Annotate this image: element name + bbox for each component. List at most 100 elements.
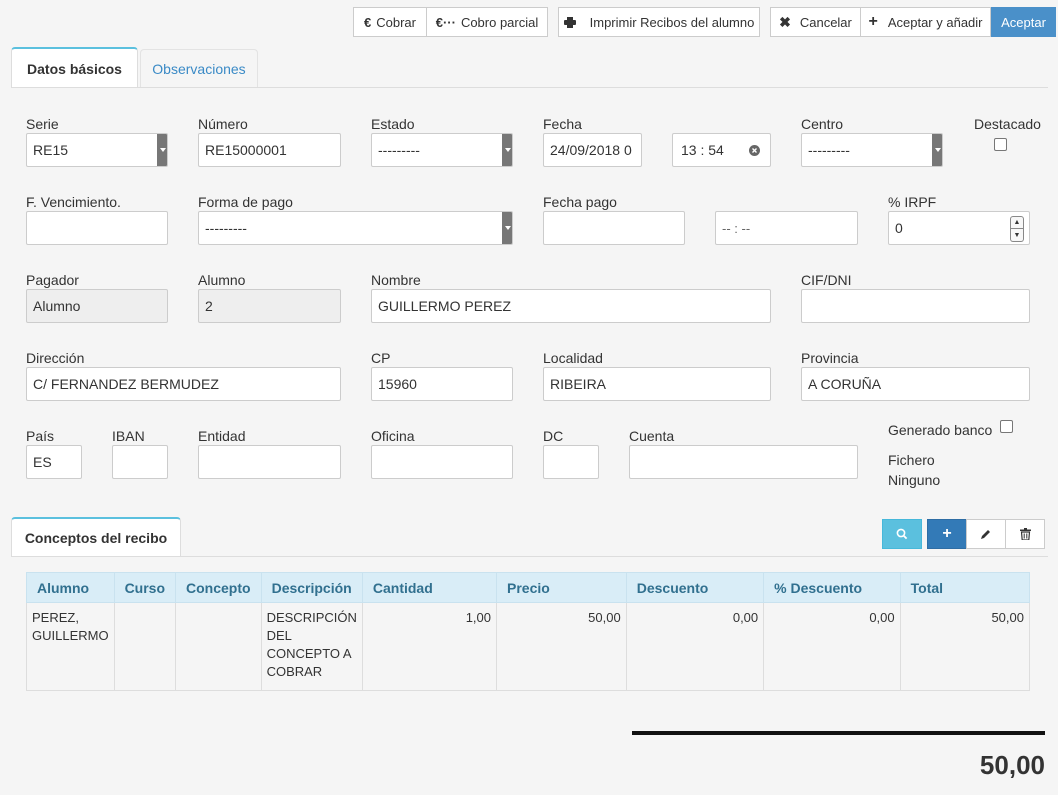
cobrar-button[interactable]: € Cobrar xyxy=(353,7,427,37)
tab-datos-basicos[interactable]: Datos básicos xyxy=(11,47,138,88)
dc-input[interactable] xyxy=(543,445,599,479)
estado-label: Estado xyxy=(371,116,415,132)
search-icon xyxy=(896,528,908,540)
fecha-label: Fecha xyxy=(543,116,582,132)
fecha-pago-time-input[interactable]: -- : -- xyxy=(715,211,858,245)
irpf-stepper[interactable]: ▲ ▼ xyxy=(1010,216,1024,242)
alumno-label: Alumno xyxy=(198,272,246,288)
aceptar-anadir-label: Aceptar y añadir xyxy=(887,14,983,30)
cuenta-input[interactable] xyxy=(629,445,858,479)
iban-label: IBAN xyxy=(112,428,145,444)
centro-label: Centro xyxy=(801,116,844,132)
clear-time-icon[interactable] xyxy=(749,145,760,156)
stepper-down-icon[interactable]: ▼ xyxy=(1010,229,1024,242)
direccion-input[interactable]: C/ FERNANDEZ BERMUDEZ xyxy=(26,367,341,401)
search-button[interactable] xyxy=(882,519,922,549)
cell-descuento: 0,00 xyxy=(625,602,765,691)
destacado-checkbox[interactable] xyxy=(994,138,1007,151)
destacado-label: Destacado xyxy=(974,116,1041,132)
imprimir-recibos-button[interactable]: Imprimir Recibos del alumno xyxy=(558,7,760,37)
conceptos-divider xyxy=(11,556,1048,557)
printer-icon xyxy=(563,16,576,28)
plus-icon: + xyxy=(942,525,952,542)
receipt-edit-page: € Cobrar €··· Cobro parcial Imprimir Rec… xyxy=(0,0,1058,795)
iban-input[interactable] xyxy=(112,445,168,479)
fecha-input[interactable]: 24/09/2018 0 xyxy=(543,133,642,167)
col-cantidad[interactable]: Cantidad xyxy=(361,572,498,603)
edit-concepto-button[interactable] xyxy=(966,519,1006,549)
vencimiento-label: F. Vencimiento. xyxy=(26,194,121,210)
vencimiento-input[interactable] xyxy=(26,211,168,245)
dc-label: DC xyxy=(543,428,564,444)
col-total[interactable]: Total xyxy=(899,572,1031,603)
serie-select[interactable]: RE15 xyxy=(26,133,168,167)
tab-divider xyxy=(11,87,1048,88)
close-icon: ✖ xyxy=(779,13,791,30)
col-concepto[interactable]: Concepto xyxy=(175,572,262,603)
provincia-label: Provincia xyxy=(801,350,859,366)
conceptos-table: Alumno Curso Concepto Descripción Cantid… xyxy=(26,572,1031,691)
provincia-input[interactable]: A CORUÑA xyxy=(801,367,1030,401)
cp-input[interactable]: 15960 xyxy=(371,367,513,401)
cell-alumno: PEREZ, GUILLERMO xyxy=(26,602,115,691)
alumno-input: 2 xyxy=(198,289,341,323)
aceptar-anadir-button[interactable]: + Aceptar y añadir xyxy=(860,7,991,37)
col-alumno[interactable]: Alumno xyxy=(26,572,115,603)
tab-observaciones[interactable]: Observaciones xyxy=(140,49,258,88)
col-curso[interactable]: Curso xyxy=(113,572,177,603)
add-concepto-button[interactable]: + xyxy=(927,519,967,549)
col-pct-descuento[interactable]: % Descuento xyxy=(763,572,901,603)
irpf-label: % IRPF xyxy=(888,194,937,210)
cobro-parcial-button[interactable]: €··· Cobro parcial xyxy=(426,7,548,37)
cobrar-label: Cobrar xyxy=(376,14,416,30)
total-separator xyxy=(632,731,1045,735)
estado-select[interactable]: --------- xyxy=(371,133,513,167)
pagador-label: Pagador xyxy=(26,272,79,288)
oficina-label: Oficina xyxy=(371,428,415,444)
localidad-input[interactable]: RIBEIRA xyxy=(543,367,771,401)
table-row[interactable]: PEREZ, GUILLERMO DESCRIPCIÓN DEL CONCEPT… xyxy=(26,602,1031,691)
serie-label: Serie xyxy=(26,116,59,132)
nombre-label: Nombre xyxy=(371,272,421,288)
stepper-up-icon[interactable]: ▲ xyxy=(1010,216,1024,229)
euro-partial-icon: €··· xyxy=(435,14,456,30)
caret-down-icon xyxy=(505,148,511,152)
pais-input[interactable]: ES xyxy=(26,445,82,479)
table-header-row: Alumno Curso Concepto Descripción Cantid… xyxy=(26,572,1031,603)
col-descripcion[interactable]: Descripción xyxy=(260,572,363,603)
cancelar-label: Cancelar xyxy=(799,14,852,30)
col-precio[interactable]: Precio xyxy=(496,572,627,603)
oficina-input[interactable] xyxy=(371,445,513,479)
cancelar-button[interactable]: ✖ Cancelar xyxy=(770,7,861,37)
caret-down-icon xyxy=(935,148,941,152)
col-descuento[interactable]: Descuento xyxy=(625,572,765,603)
localidad-label: Localidad xyxy=(543,350,603,366)
pais-label: País xyxy=(26,428,55,444)
entidad-input[interactable] xyxy=(198,445,341,479)
cuenta-label: Cuenta xyxy=(629,428,675,444)
aceptar-button[interactable]: Aceptar xyxy=(991,7,1056,37)
fecha-pago-input[interactable] xyxy=(543,211,685,245)
fecha-time-input[interactable]: 13 : 54 xyxy=(672,133,771,167)
generado-banco-label: Generado banco xyxy=(888,422,993,438)
cp-label: CP xyxy=(371,350,391,366)
generado-banco-checkbox[interactable] xyxy=(1000,420,1013,433)
centro-select[interactable]: --------- xyxy=(801,133,943,167)
numero-input[interactable]: RE15000001 xyxy=(198,133,341,167)
pencil-icon xyxy=(981,530,990,539)
irpf-input[interactable]: 0 ▲ ▼ xyxy=(888,211,1030,245)
cell-total: 50,00 xyxy=(899,602,1031,691)
cell-precio: 50,00 xyxy=(496,602,627,691)
delete-concepto-button[interactable] xyxy=(1005,519,1045,549)
aceptar-label: Aceptar xyxy=(1001,14,1046,30)
imprimir-label: Imprimir Recibos del alumno xyxy=(589,14,755,30)
cif-label: CIF/DNI xyxy=(801,272,852,288)
numero-label: Número xyxy=(198,116,248,132)
forma-pago-select[interactable]: --------- xyxy=(198,211,513,245)
caret-down-icon xyxy=(505,226,511,230)
nombre-input[interactable]: GUILLERMO PEREZ xyxy=(371,289,771,323)
tab-conceptos-recibo[interactable]: Conceptos del recibo xyxy=(11,517,181,557)
cif-input[interactable] xyxy=(801,289,1030,323)
cell-curso xyxy=(113,602,177,691)
forma-pago-label: Forma de pago xyxy=(198,194,293,210)
